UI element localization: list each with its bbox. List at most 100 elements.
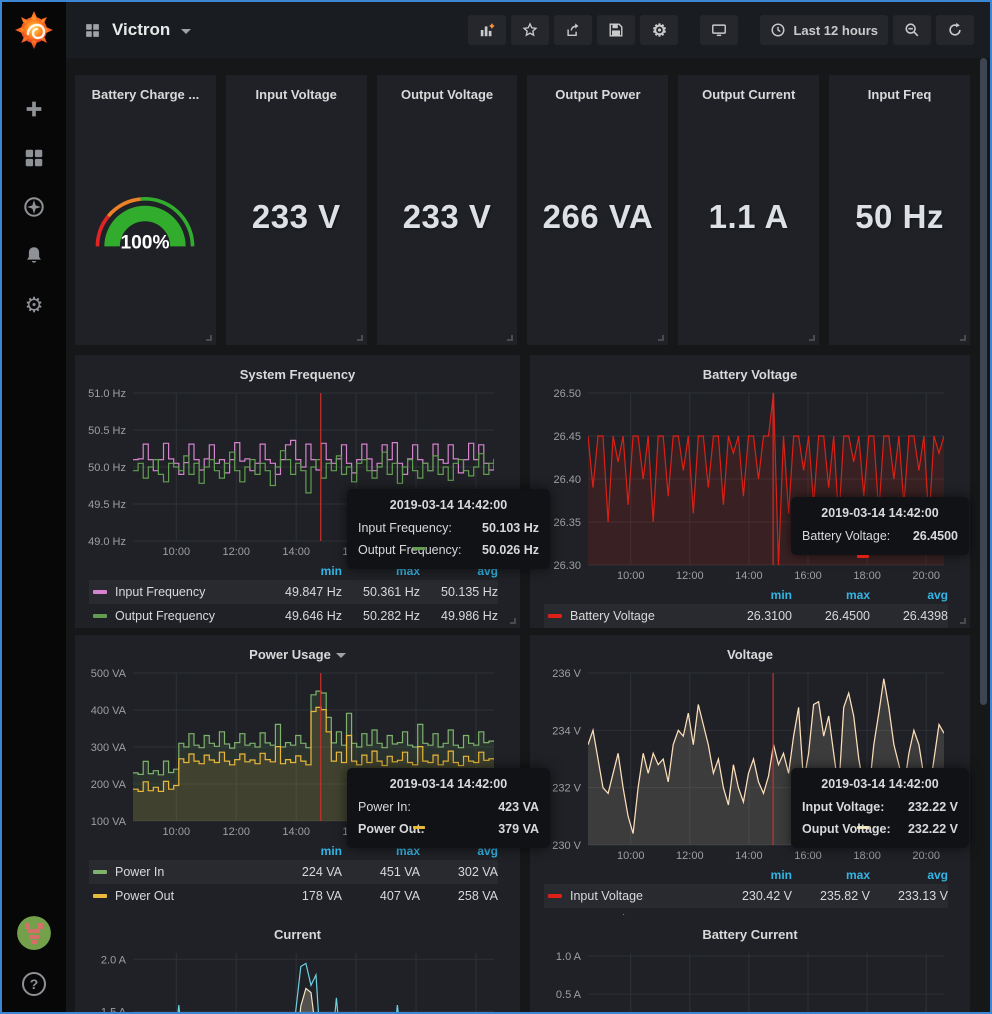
battery-current-graph[interactable]: 10:0012:0014:0016:0018:0020:001.0 A0.5 A xyxy=(530,947,970,1012)
series-swatch[interactable] xyxy=(93,614,107,618)
series-label[interactable]: Power In xyxy=(115,865,164,879)
svg-text:10:00: 10:00 xyxy=(617,570,645,582)
series-swatch[interactable] xyxy=(548,614,562,618)
panel-title[interactable]: Output Power xyxy=(527,81,668,107)
svg-text:18:00: 18:00 xyxy=(853,570,881,582)
svg-text:10:00: 10:00 xyxy=(617,850,645,862)
panel-title[interactable]: Battery Charge ... xyxy=(75,81,216,107)
panel-title[interactable]: Battery Voltage xyxy=(530,361,970,387)
alerting-bell-icon[interactable] xyxy=(22,244,46,268)
svg-text:1.5 A: 1.5 A xyxy=(101,1006,127,1012)
series-swatch[interactable] xyxy=(548,894,562,898)
panel-input-voltage-stat: Input Voltage 233 V xyxy=(226,75,367,345)
resize-handle[interactable] xyxy=(510,618,516,624)
resize-handle[interactable] xyxy=(658,335,664,341)
time-range-picker[interactable]: Last 12 hours xyxy=(760,15,888,45)
navbar: Victron ⚙ Last 12 hours xyxy=(66,2,990,58)
stat-value: 50 Hz xyxy=(829,107,970,345)
help-icon[interactable]: ? xyxy=(22,972,46,996)
series-swatch[interactable] xyxy=(93,870,107,874)
side-menu: ⚙ ? xyxy=(2,2,66,1012)
svg-text:14:00: 14:00 xyxy=(735,570,763,582)
panel-title[interactable]: Current xyxy=(75,921,520,947)
panel-title[interactable]: Output Voltage xyxy=(377,81,518,107)
current-graph[interactable]: 10:0012:0014:0016:0018:0020:002.0 A1.5 A xyxy=(75,947,520,1012)
svg-text:49.5 Hz: 49.5 Hz xyxy=(88,499,126,511)
panel-output-power-stat: Output Power 266 VA xyxy=(527,75,668,345)
settings-button[interactable]: ⚙ xyxy=(640,15,678,45)
panel-title[interactable]: Input Freq xyxy=(829,81,970,107)
svg-text:51.0 Hz: 51.0 Hz xyxy=(88,388,126,400)
star-button[interactable] xyxy=(511,15,549,45)
zoom-out-button[interactable] xyxy=(893,15,931,45)
legend-row: Output Frequency 49.646 Hz50.282 Hz49.98… xyxy=(89,604,498,628)
stat-value: 266 VA xyxy=(527,107,668,345)
svg-text:18:00: 18:00 xyxy=(853,850,881,862)
series-label[interactable]: Power Out xyxy=(115,889,174,903)
series-swatch[interactable] xyxy=(93,894,107,898)
share-icon xyxy=(565,22,581,38)
svg-text:12:00: 12:00 xyxy=(676,850,704,862)
svg-text:200 VA: 200 VA xyxy=(91,779,127,791)
panel-title[interactable]: System Frequency xyxy=(75,361,520,387)
user-avatar[interactable] xyxy=(17,916,51,950)
save-icon xyxy=(608,22,624,38)
panel-title[interactable]: Voltage xyxy=(530,641,970,667)
svg-text:12:00: 12:00 xyxy=(676,570,704,582)
battery-charge-gauge: 100% xyxy=(75,107,216,345)
resize-handle[interactable] xyxy=(809,335,815,341)
series-label[interactable]: Input Voltage xyxy=(570,889,643,903)
dashboards-icon[interactable] xyxy=(22,146,46,170)
panel-title[interactable]: Power Usage xyxy=(75,641,520,667)
series-label[interactable]: Output Frequency xyxy=(115,609,215,623)
svg-text:26.30: 26.30 xyxy=(553,560,581,572)
svg-text:26.40: 26.40 xyxy=(553,474,581,486)
svg-text:20:00: 20:00 xyxy=(912,850,940,862)
legend: minmaxavg Battery Voltage 26.310026.4500… xyxy=(530,583,970,628)
grafana-logo[interactable] xyxy=(13,9,55,51)
resize-handle[interactable] xyxy=(357,335,363,341)
panel-current: Current 10:0012:0014:0016:0018:0020:002.… xyxy=(75,915,520,1012)
svg-text:16:00: 16:00 xyxy=(794,850,822,862)
svg-text:0.5 A: 0.5 A xyxy=(556,989,582,1001)
series-swatch xyxy=(413,826,425,829)
panel-title[interactable]: Output Current xyxy=(678,81,819,107)
create-icon[interactable] xyxy=(22,97,46,121)
resize-handle[interactable] xyxy=(507,335,513,341)
legend-row: Battery Voltage 26.310026.450026.4398 xyxy=(544,604,948,628)
series-label[interactable]: Input Frequency xyxy=(115,585,205,599)
add-panel-button[interactable] xyxy=(468,15,506,45)
panel-title[interactable]: Input Voltage xyxy=(226,81,367,107)
dashboard-picker[interactable]: Victron xyxy=(84,20,191,40)
svg-text:100 VA: 100 VA xyxy=(91,816,127,828)
tooltip-voltage: 2019-03-14 14:42:00 Input Voltage:232.22… xyxy=(791,768,969,848)
series-swatch xyxy=(413,547,425,550)
resize-handle[interactable] xyxy=(960,335,966,341)
save-button[interactable] xyxy=(597,15,635,45)
tooltip-battery-voltage: 2019-03-14 14:42:00 Battery Voltage:26.4… xyxy=(791,497,969,555)
resize-handle[interactable] xyxy=(206,335,212,341)
svg-text:26.45: 26.45 xyxy=(553,431,581,443)
svg-text:500 VA: 500 VA xyxy=(91,668,127,680)
svg-text:400 VA: 400 VA xyxy=(91,705,127,717)
tooltip-power-usage: 2019-03-14 14:42:00 Power In:423 VA Powe… xyxy=(347,768,550,848)
panel-input-freq-stat: Input Freq 50 Hz xyxy=(829,75,970,345)
svg-text:49.0 Hz: 49.0 Hz xyxy=(88,536,126,548)
explore-icon[interactable] xyxy=(22,195,46,219)
panel-title[interactable]: Battery Current xyxy=(530,921,970,947)
scrollbar-thumb[interactable] xyxy=(980,58,987,705)
resize-handle[interactable] xyxy=(960,618,966,624)
svg-text:16:00: 16:00 xyxy=(794,570,822,582)
panel-menu-caret-icon xyxy=(336,653,346,658)
tv-mode-button[interactable] xyxy=(700,15,738,45)
series-label[interactable]: Battery Voltage xyxy=(570,609,655,623)
stat-value: 233 V xyxy=(377,107,518,345)
series-swatch[interactable] xyxy=(93,590,107,594)
panel-battery-voltage: Battery Voltage 10:00 12:00 14:00 16:00 18:0… xyxy=(530,355,970,628)
svg-text:14:00: 14:00 xyxy=(282,546,310,558)
refresh-button[interactable] xyxy=(936,15,974,45)
panel-battery-charge: Battery Charge ... 100% xyxy=(75,75,216,345)
configuration-gear-icon[interactable]: ⚙ xyxy=(22,293,46,317)
svg-text:234 V: 234 V xyxy=(552,725,581,737)
share-button[interactable] xyxy=(554,15,592,45)
